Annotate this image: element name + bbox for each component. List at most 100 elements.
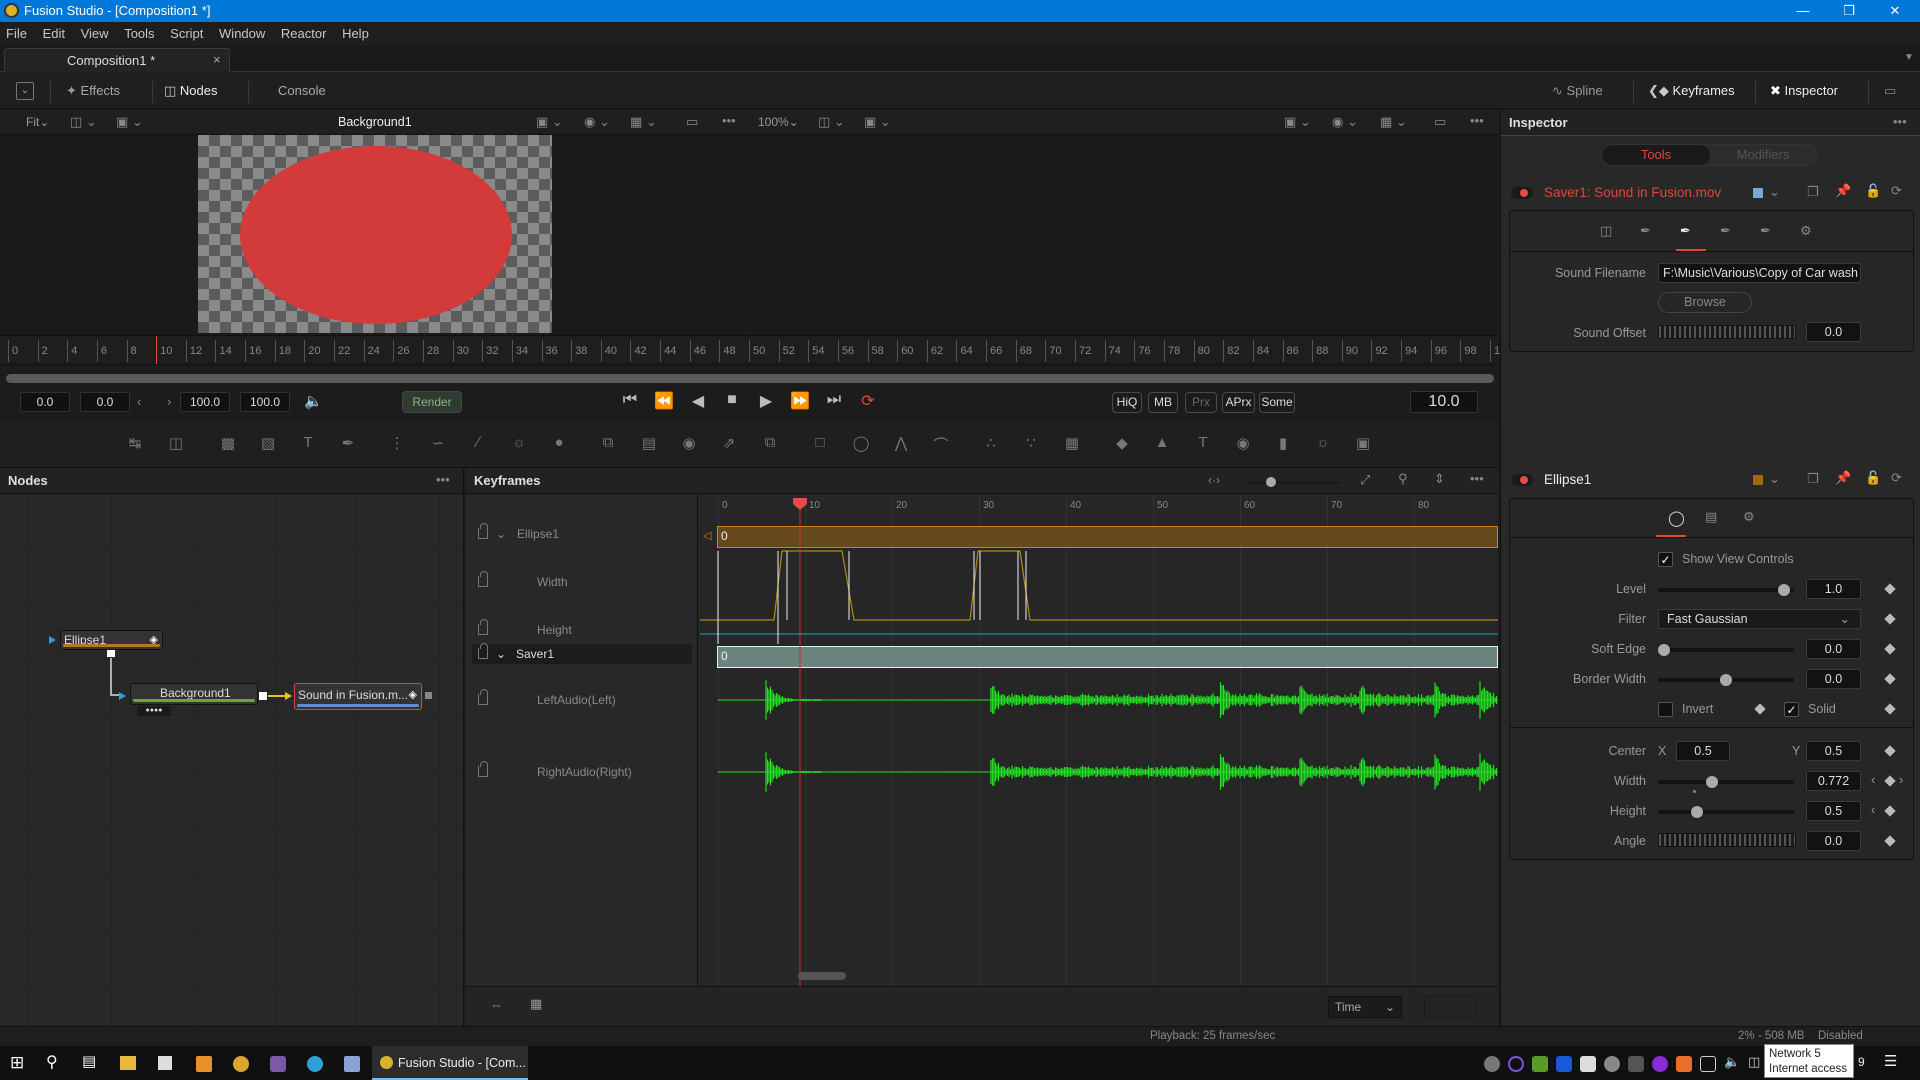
task-view-icon[interactable]: ▤ xyxy=(82,1052,96,1070)
menu-edit[interactable]: Edit xyxy=(37,22,71,41)
nodes-menu-icon[interactable]: ••• xyxy=(436,472,450,487)
ellipse-enable-toggle[interactable] xyxy=(1511,474,1533,486)
merge-icon[interactable]: ⧉ xyxy=(597,434,619,454)
edge-browser-icon[interactable] xyxy=(307,1056,323,1072)
loop-icon[interactable]: ⟳ xyxy=(856,391,880,411)
color-channels-icon[interactable]: ◉ ⌄ xyxy=(584,114,610,130)
solid-checkbox[interactable]: ✓ xyxy=(1784,702,1799,717)
network-icon[interactable]: ◫ xyxy=(1748,1054,1760,1070)
global-end-field[interactable]: 100.0 xyxy=(240,392,290,412)
menu-file[interactable]: File xyxy=(0,22,33,41)
tab-list-chevron-icon[interactable]: ▼ xyxy=(1904,52,1914,63)
app-tray-icon[interactable] xyxy=(1652,1056,1668,1072)
cortana-icon[interactable] xyxy=(1508,1056,1524,1072)
render-button[interactable]: Render xyxy=(402,391,462,413)
fit-dropdown[interactable]: Fit⌄ xyxy=(26,115,49,129)
keyframe-diamond-icon[interactable] xyxy=(1884,583,1896,595)
node-graph-canvas[interactable]: Ellipse1 ◈ Background1 ●●●● Sound in Fus… xyxy=(0,494,463,1026)
soft-edge-input[interactable]: 0.0 xyxy=(1806,639,1861,659)
versions-icon[interactable]: ❐ xyxy=(1807,184,1819,200)
inspector-button[interactable]: ✖ Inspector xyxy=(1770,73,1838,109)
saver-format-tab-icon[interactable]: ✒ xyxy=(1640,223,1651,239)
matte-control-icon[interactable]: ● xyxy=(548,434,570,454)
mb-button[interactable]: MB xyxy=(1148,392,1178,413)
menu-help[interactable]: Help xyxy=(336,22,375,41)
app-tray-icon[interactable] xyxy=(1628,1056,1644,1072)
next-keyframe-icon[interactable]: › xyxy=(1899,772,1903,787)
expand-chevron-icon[interactable]: ⌄ xyxy=(496,524,506,544)
usb-icon[interactable] xyxy=(1700,1056,1716,1072)
saver-enable-toggle[interactable] xyxy=(1511,187,1533,199)
inspector-menu-icon[interactable]: ••• xyxy=(1893,114,1907,129)
view-options-icon[interactable]: ▣ ⌄ xyxy=(1284,114,1311,130)
lock-icon[interactable]: 🔓 xyxy=(1865,183,1881,199)
spotlight-3d-icon[interactable]: ☼ xyxy=(1312,434,1334,454)
zoom-slider-handle[interactable] xyxy=(1266,477,1276,487)
center-y-input[interactable]: 0.5 xyxy=(1806,741,1861,761)
lock-icon[interactable]: 🔓 xyxy=(1865,470,1881,486)
stop-icon[interactable]: ■ xyxy=(720,391,744,409)
background-icon[interactable]: ▩ xyxy=(217,434,239,454)
saver-tool-name[interactable]: Saver1: Sound in Fusion.mov xyxy=(1544,185,1721,200)
windows-security-icon[interactable] xyxy=(1580,1056,1596,1072)
polygon-mask-icon[interactable]: ⋀ xyxy=(890,434,912,454)
merge-3d-icon[interactable]: ▲ xyxy=(1151,434,1173,454)
go-to-start-icon[interactable]: ⏮ xyxy=(618,391,642,409)
saver-color-swatch[interactable] xyxy=(1753,188,1763,198)
width-input[interactable]: 0.772 xyxy=(1806,771,1861,791)
zoom-slider[interactable] xyxy=(1248,477,1340,487)
particle-render-icon[interactable]: ∵ xyxy=(1020,434,1042,454)
rewind-icon[interactable]: ⏪ xyxy=(652,391,676,411)
width-slider-handle[interactable] xyxy=(1706,776,1719,788)
view-options-icon[interactable]: ▣ ⌄ xyxy=(536,114,563,130)
level-input[interactable]: 1.0 xyxy=(1806,579,1861,599)
border-width-input[interactable]: 0.0 xyxy=(1806,669,1861,689)
keyframe-scrollbar[interactable] xyxy=(798,972,846,980)
time-scrollbar[interactable] xyxy=(6,374,1494,383)
node-view-indicators[interactable]: ●●●● xyxy=(137,706,171,716)
app-tray-icon[interactable] xyxy=(1604,1056,1620,1072)
brightness-contrast-icon[interactable]: ∕ xyxy=(467,434,489,454)
fast-noise-icon[interactable]: ▧ xyxy=(257,434,279,454)
viewer-menu-icon[interactable]: ••• xyxy=(722,113,736,128)
browse-button[interactable]: Browse xyxy=(1658,292,1752,313)
monitor-icon[interactable]: ▭ xyxy=(1884,73,1896,109)
file-explorer-icon[interactable] xyxy=(120,1056,136,1070)
prev-keyframe-icon[interactable]: ‹ xyxy=(1871,772,1875,787)
ab-buffer-icon[interactable]: ◫ ⌄ xyxy=(818,114,845,130)
height-slider[interactable] xyxy=(1658,806,1794,818)
reset-icon[interactable]: ⟳ xyxy=(1891,183,1902,199)
skype-icon[interactable] xyxy=(1484,1056,1500,1072)
render-start-field[interactable]: 0.0 xyxy=(80,392,130,412)
audio-speaker-icon[interactable]: 🔈 xyxy=(304,392,323,410)
soft-edge-slider-handle[interactable] xyxy=(1658,644,1670,656)
spline-button[interactable]: ∿ Spline xyxy=(1552,73,1603,109)
settings-tab-icon[interactable]: ⚙ xyxy=(1800,223,1812,239)
aprx-button[interactable]: APrx xyxy=(1222,392,1255,413)
notifications-icon[interactable]: ☰ xyxy=(1884,1052,1897,1070)
angle-input[interactable]: 0.0 xyxy=(1806,831,1861,851)
camera-3d-icon[interactable]: ◉ xyxy=(1232,434,1254,454)
global-start-field[interactable]: 0.0 xyxy=(20,392,70,412)
keyframe-timeline[interactable]: 0 10 20 30 40 50 60 70 80 0 ◁ 0 xyxy=(700,494,1498,986)
go-to-end-icon[interactable]: ⏭ xyxy=(822,391,846,409)
level-slider-handle[interactable] xyxy=(1778,584,1791,596)
sound-offset-thumbwheel[interactable] xyxy=(1658,325,1796,339)
keyframe-diamond-icon[interactable] xyxy=(1884,805,1896,817)
ab-buffer-icon[interactable]: ◫ ⌄ xyxy=(70,114,97,130)
play-icon[interactable]: ▶ xyxy=(754,391,778,411)
matte-icon[interactable]: ◉ xyxy=(678,434,700,454)
loader-icon[interactable]: ↹ xyxy=(124,434,146,454)
app-icon[interactable] xyxy=(270,1056,286,1072)
keyframes-menu-icon[interactable]: ••• xyxy=(1470,471,1484,486)
keyframes-button[interactable]: ❮◆ Keyframes xyxy=(1648,73,1735,109)
some-button[interactable]: Some xyxy=(1259,392,1295,413)
clock[interactable]: 9 xyxy=(1858,1055,1865,1069)
app-icon[interactable] xyxy=(344,1056,360,1072)
node-background1[interactable]: Background1 xyxy=(130,683,258,705)
menu-reactor[interactable]: Reactor xyxy=(275,22,333,41)
minimize-button[interactable]: — xyxy=(1780,0,1826,22)
invert-checkbox[interactable] xyxy=(1658,702,1673,717)
viewer-menu-icon[interactable]: ••• xyxy=(1470,113,1484,128)
show-view-controls-checkbox[interactable]: ✓ xyxy=(1658,552,1673,567)
